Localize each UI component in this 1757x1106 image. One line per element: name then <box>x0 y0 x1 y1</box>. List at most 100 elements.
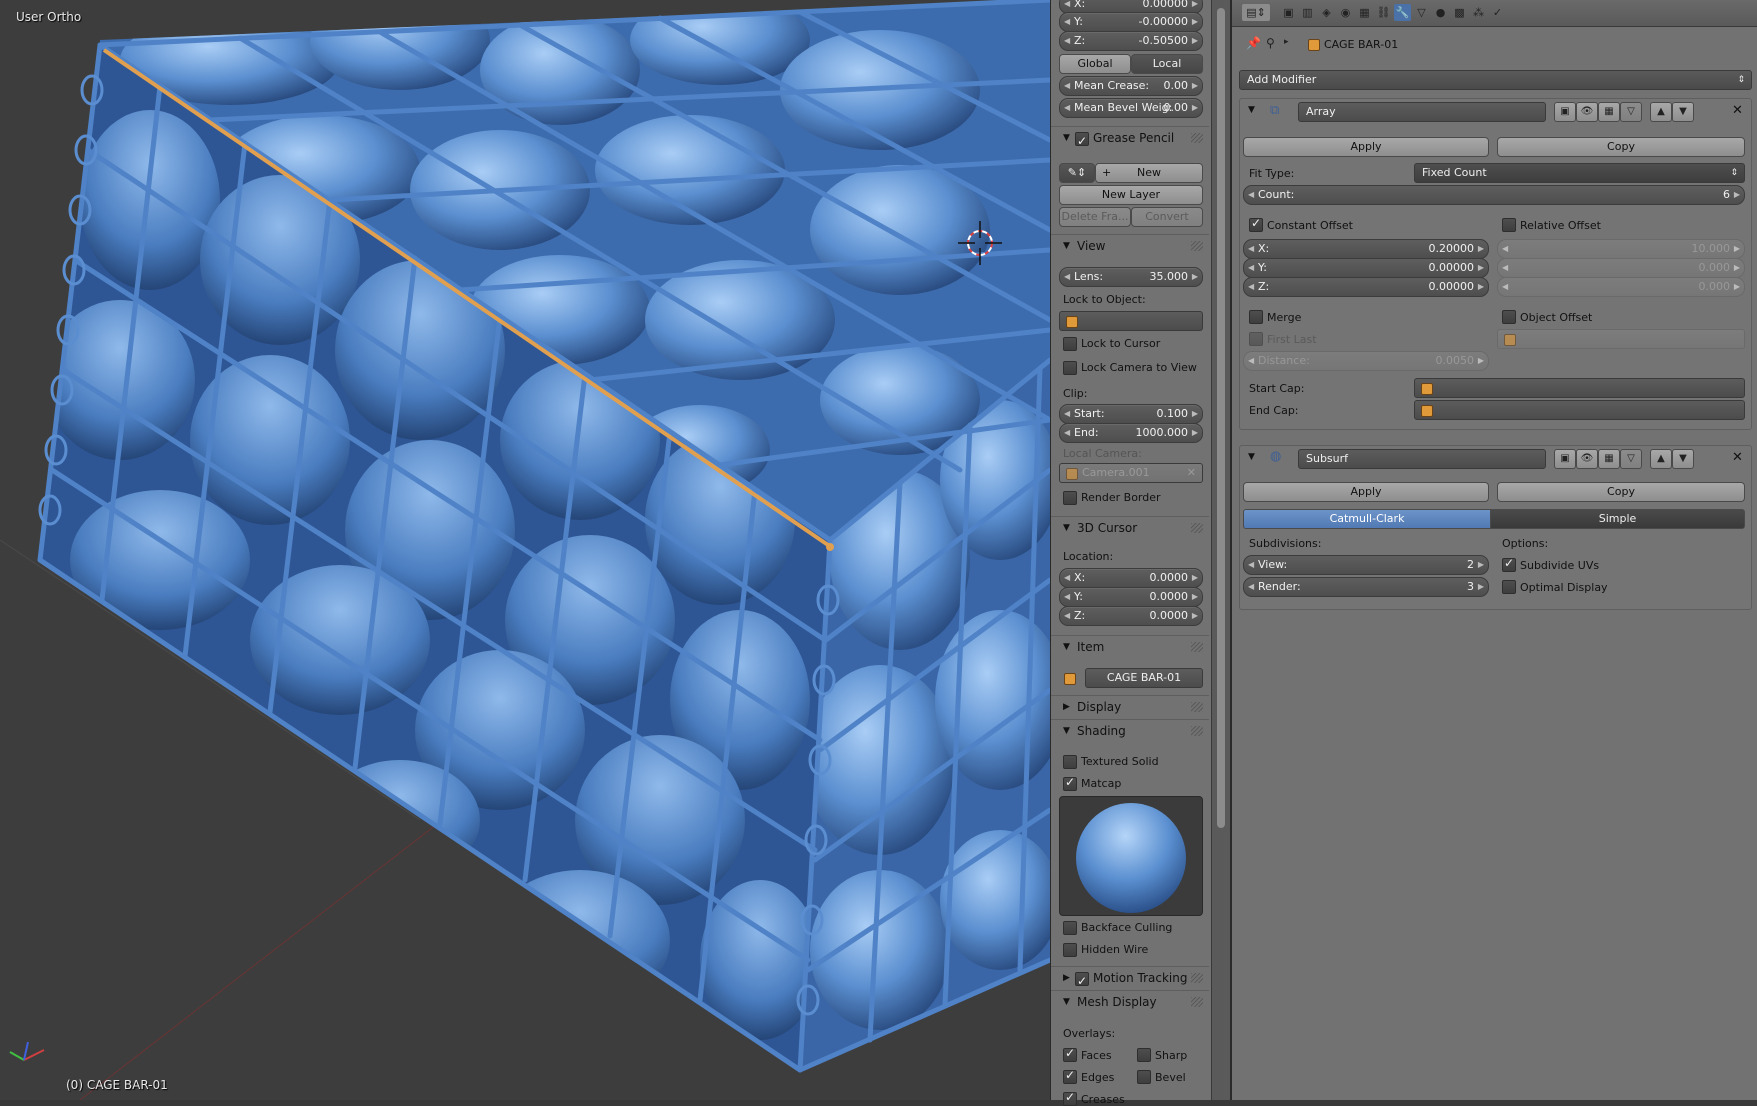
local-button[interactable]: Local <box>1131 54 1203 74</box>
fit-type-dropdown[interactable]: Fixed Count ⇕ <box>1414 163 1745 183</box>
pencil-icon[interactable]: ✎⇕ <box>1059 163 1095 183</box>
lock-to-cursor-checkbox[interactable] <box>1063 337 1077 351</box>
move-up-icon[interactable]: ▲ <box>1650 449 1672 469</box>
mesh-display-header[interactable]: ▼ Mesh Display <box>1051 990 1209 1013</box>
drag-grip-icon[interactable] <box>1191 642 1203 652</box>
array-copy-button[interactable]: Copy <box>1497 137 1745 157</box>
edges-checkbox[interactable] <box>1063 1068 1077 1084</box>
render-levels-field[interactable]: ◀ Render: 3 ▶ <box>1243 577 1489 597</box>
array-apply-button[interactable]: Apply <box>1243 137 1489 157</box>
3d-viewport[interactable]: User Ortho (0) CAGE BAR-01 <box>0 0 1050 1100</box>
relative-x-field[interactable]: ◀ 10.000 ▶ <box>1497 239 1745 259</box>
count-field[interactable]: ◀ Count: 6 ▶ <box>1243 185 1745 205</box>
new-layer-button[interactable]: New Layer <box>1059 185 1203 205</box>
drag-grip-icon[interactable] <box>1191 973 1203 983</box>
drag-grip-icon[interactable] <box>1191 523 1203 533</box>
collapse-arrow-icon[interactable]: ▼ <box>1248 105 1255 115</box>
close-icon[interactable]: ✕ <box>1732 450 1743 465</box>
editmode-toggle-icon[interactable]: ▦ <box>1598 102 1620 122</box>
cursor-z-field[interactable]: ◀ Z: 0.0000 ▶ <box>1059 606 1203 626</box>
cage-toggle-icon[interactable]: ▽ <box>1620 449 1642 469</box>
subsurf-copy-button[interactable]: Copy <box>1497 482 1745 502</box>
texture-tab-icon[interactable]: ▩ <box>1451 4 1468 21</box>
view-panel-header[interactable]: ▼ View <box>1051 234 1209 257</box>
pin-icon[interactable]: 📌 <box>1246 36 1261 50</box>
render-border-checkbox[interactable] <box>1063 491 1077 505</box>
constant-y-field[interactable]: ◀ Y: 0.00000 ▶ <box>1243 258 1489 278</box>
modifiers-tab-icon[interactable]: 🔧 <box>1394 4 1411 21</box>
material-tab-icon[interactable]: ● <box>1432 4 1449 21</box>
scene-tab-icon[interactable]: ◈ <box>1318 4 1335 21</box>
new-grease-button[interactable]: + New <box>1095 163 1203 183</box>
creases-checkbox[interactable] <box>1063 1090 1077 1106</box>
textured-solid-checkbox[interactable] <box>1063 755 1077 769</box>
viewport-toggle-icon[interactable]: 👁 <box>1576 449 1598 469</box>
constant-offset-checkbox[interactable] <box>1249 216 1263 232</box>
shelf-scrollbar[interactable] <box>1212 0 1230 1100</box>
local-camera-field[interactable]: Camera.001 ✕ <box>1059 463 1203 483</box>
first-last-checkbox[interactable] <box>1249 332 1263 346</box>
end-cap-field[interactable] <box>1414 400 1745 420</box>
array-name-field[interactable]: Array <box>1298 102 1546 122</box>
delete-frame-button[interactable]: Delete Fra... <box>1059 207 1131 227</box>
hidden-wire-checkbox[interactable] <box>1063 943 1077 957</box>
grease-pencil-header[interactable]: ▼ Grease Pencil <box>1051 126 1209 152</box>
lens-field[interactable]: ◀ Lens: 35.000 ▶ <box>1059 267 1203 287</box>
global-button[interactable]: Global <box>1059 54 1131 74</box>
render-tab-icon[interactable]: ▣ <box>1280 4 1297 21</box>
mean-bevel-field[interactable]: ◀ Mean Bevel Weig: 0.00 ▶ <box>1059 98 1203 118</box>
matcap-preview[interactable] <box>1059 796 1203 916</box>
motion-tracking-checkbox[interactable] <box>1075 970 1089 992</box>
matcap-checkbox[interactable] <box>1063 775 1077 791</box>
vertex-y-field[interactable]: ◀ Y: -0.00000 ▶ <box>1059 12 1203 32</box>
drag-grip-icon[interactable] <box>1191 133 1203 143</box>
world-tab-icon[interactable]: ◉ <box>1337 4 1354 21</box>
lock-object-field[interactable] <box>1059 311 1203 331</box>
simple-button[interactable]: Simple <box>1490 509 1745 529</box>
add-modifier-dropdown[interactable]: Add Modifier ⇕ <box>1239 70 1752 90</box>
relative-y-field[interactable]: ◀ 0.000 ▶ <box>1497 258 1745 278</box>
convert-button[interactable]: Convert <box>1131 207 1203 227</box>
move-down-icon[interactable]: ▼ <box>1672 102 1694 122</box>
render-toggle-icon[interactable]: ▣ <box>1554 449 1576 469</box>
optimal-display-checkbox[interactable] <box>1502 580 1516 594</box>
object-tab-icon[interactable]: ▦ <box>1356 4 1373 21</box>
clear-x-icon[interactable]: ✕ <box>1187 464 1196 482</box>
start-cap-field[interactable] <box>1414 378 1745 398</box>
render-toggle-icon[interactable]: ▣ <box>1554 102 1576 122</box>
sharp-checkbox[interactable] <box>1137 1048 1151 1062</box>
subsurf-apply-button[interactable]: Apply <box>1243 482 1489 502</box>
vertex-z-field[interactable]: ◀ Z: -0.50500 ▶ <box>1059 31 1203 51</box>
drag-grip-icon[interactable] <box>1191 702 1203 712</box>
close-icon[interactable]: ✕ <box>1732 103 1743 118</box>
particles-tab-icon[interactable]: ⁂ <box>1470 4 1487 21</box>
editor-type-icon[interactable]: ▤⇕ <box>1242 4 1270 21</box>
backface-culling-checkbox[interactable] <box>1063 921 1077 935</box>
grease-pencil-checkbox[interactable] <box>1075 130 1089 152</box>
scrollbar-thumb[interactable] <box>1217 8 1225 828</box>
catmull-clark-button[interactable]: Catmull-Clark <box>1243 509 1491 529</box>
distance-field[interactable]: ◀ Distance: 0.0050 ▶ <box>1243 351 1489 371</box>
shading-panel-header[interactable]: ▼ Shading <box>1051 719 1209 742</box>
object-offset-checkbox[interactable] <box>1502 310 1516 324</box>
mean-crease-field[interactable]: ◀ Mean Crease: 0.00 ▶ <box>1059 76 1203 96</box>
constant-x-field[interactable]: ◀ X: 0.20000 ▶ <box>1243 239 1489 259</box>
render-layers-tab-icon[interactable]: ▥ <box>1299 4 1316 21</box>
physics-tab-icon[interactable]: ✓ <box>1489 4 1506 21</box>
cursor-x-field[interactable]: ◀ X: 0.0000 ▶ <box>1059 568 1203 588</box>
cursor-y-field[interactable]: ◀ Y: 0.0000 ▶ <box>1059 587 1203 607</box>
relative-z-field[interactable]: ◀ 0.000 ▶ <box>1497 277 1745 297</box>
constant-z-field[interactable]: ◀ Z: 0.00000 ▶ <box>1243 277 1489 297</box>
item-panel-header[interactable]: ▼ Item <box>1051 635 1209 658</box>
constraints-tab-icon[interactable]: ⛓ <box>1375 4 1392 21</box>
drag-grip-icon[interactable] <box>1191 726 1203 736</box>
move-up-icon[interactable]: ▲ <box>1650 102 1672 122</box>
drag-grip-icon[interactable] <box>1191 241 1203 251</box>
subsurf-name-field[interactable]: Subsurf <box>1298 449 1546 469</box>
offset-object-field[interactable] <box>1497 329 1745 349</box>
lock-camera-checkbox[interactable] <box>1063 361 1077 375</box>
view-levels-field[interactable]: ◀ View: 2 ▶ <box>1243 555 1489 575</box>
relative-offset-checkbox[interactable] <box>1502 218 1516 232</box>
editmode-toggle-icon[interactable]: ▦ <box>1598 449 1620 469</box>
motion-tracking-header[interactable]: ▶ Motion Tracking <box>1051 966 1209 992</box>
